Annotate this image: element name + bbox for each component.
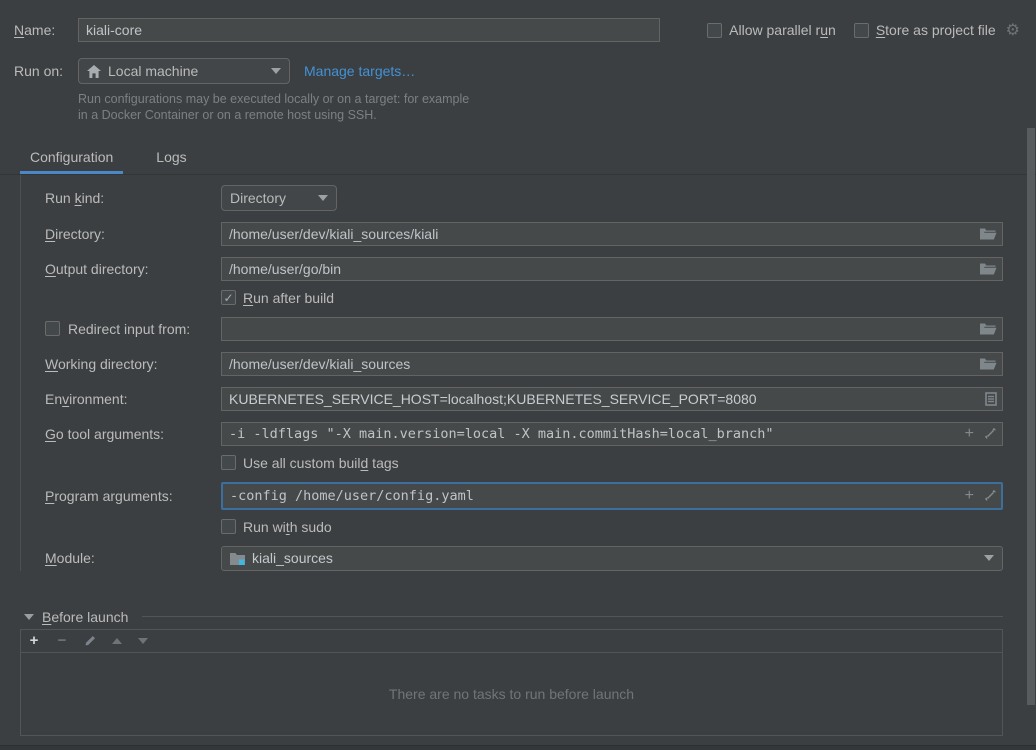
run-kind-value: Directory <box>230 190 286 206</box>
dialog-bottom-edge <box>0 745 1036 750</box>
add-task-button[interactable]: + <box>28 633 40 648</box>
home-icon <box>87 65 101 78</box>
allow-parallel-run-checkbox[interactable]: ✓ Allow parallel run <box>707 22 836 38</box>
go-tool-arguments-label: Go tool arguments: <box>45 426 221 442</box>
go-tool-arguments-input[interactable]: -i -ldflags "-X main.version=local -X ma… <box>221 422 1003 446</box>
module-select[interactable]: kiali_sources <box>221 546 1003 571</box>
program-arguments-label: Program arguments: <box>45 488 221 504</box>
store-as-project-file-label: Store as project file <box>876 22 996 38</box>
before-launch-toolbar: + − <box>21 630 1002 653</box>
run-on-select[interactable]: Local machine <box>78 58 290 84</box>
run-on-help-text: Run configurations may be executed local… <box>78 92 1022 124</box>
tab-bar: Configuration Logs <box>0 149 1036 175</box>
run-config-header: Name: kiali-core ✓ Allow parallel run ✓ … <box>0 0 1036 124</box>
go-tool-arguments-value: -i -ldflags "-X main.version=local -X ma… <box>229 426 774 442</box>
module-row: Module: kiali_sources <box>45 546 1003 571</box>
output-directory-input[interactable]: /home/user/go/bin <box>221 257 1003 281</box>
redirect-input-checkbox-box[interactable]: ✓ <box>45 321 60 336</box>
before-launch-panel: + − There are no tasks to run before lau… <box>20 629 1003 736</box>
directory-value: /home/user/dev/kiali_sources/kiali <box>229 226 438 242</box>
browse-folder-icon[interactable] <box>980 227 997 241</box>
redirect-input-row: ✓ Redirect input from: <box>45 317 1003 341</box>
chevron-down-icon <box>984 555 994 561</box>
move-down-button[interactable] <box>138 638 148 644</box>
program-arguments-row: Program arguments: -config /home/user/co… <box>45 482 1003 510</box>
remove-task-button[interactable]: − <box>56 633 68 648</box>
run-after-build-row: ✓ Run after build <box>45 290 1003 306</box>
run-with-sudo-checkbox[interactable]: ✓ Run with sudo <box>221 519 1003 535</box>
use-custom-build-tags-row: ✓ Use all custom build tags <box>45 455 1003 471</box>
chevron-down-icon <box>318 195 328 201</box>
before-launch-header[interactable]: Before launch <box>0 605 1036 629</box>
before-launch-empty-message: There are no tasks to run before launch <box>21 653 1002 735</box>
allow-parallel-run-label: Allow parallel run <box>729 22 836 38</box>
run-with-sudo-checkbox-box[interactable]: ✓ <box>221 519 236 534</box>
edit-variables-list-icon[interactable] <box>985 392 997 406</box>
collapse-triangle-icon[interactable] <box>24 614 34 620</box>
environment-input[interactable]: KUBERNETES_SERVICE_HOST=localhost;KUBERN… <box>221 387 1003 411</box>
go-tool-arguments-row: Go tool arguments: -i -ldflags "-X main.… <box>45 422 1003 446</box>
use-custom-build-tags-label: Use all custom build tags <box>243 455 399 471</box>
module-value: kiali_sources <box>252 550 333 566</box>
expand-field-icon[interactable] <box>984 489 997 502</box>
expand-field-icon[interactable] <box>984 427 997 440</box>
run-with-sudo-row: ✓ Run with sudo <box>45 519 1003 535</box>
tab-logs[interactable]: Logs <box>156 149 186 174</box>
help-line-2: in a Docker Container or on a remote hos… <box>78 108 1022 124</box>
program-arguments-input[interactable]: -config /home/user/config.yaml <box>221 482 1003 510</box>
run-after-build-label: Run after build <box>243 290 334 306</box>
environment-row: Environment: KUBERNETES_SERVICE_HOST=loc… <box>45 387 1003 411</box>
redirect-input-input[interactable] <box>221 317 1003 341</box>
name-value: kiali-core <box>86 22 142 38</box>
before-launch-title: Before launch <box>42 609 128 625</box>
configuration-panel: Run kind: Directory Directory: /home/use… <box>20 175 1036 571</box>
run-kind-select[interactable]: Directory <box>221 185 337 211</box>
allow-parallel-run-checkbox-box[interactable]: ✓ <box>707 23 722 38</box>
store-as-project-file-checkbox-box[interactable]: ✓ <box>854 23 869 38</box>
output-directory-value: /home/user/go/bin <box>229 261 341 277</box>
run-after-build-checkbox[interactable]: ✓ Run after build <box>221 290 1003 306</box>
vertical-scrollbar[interactable] <box>1027 128 1035 705</box>
output-directory-label: Output directory: <box>45 261 221 277</box>
use-custom-build-tags-checkbox[interactable]: ✓ Use all custom build tags <box>221 455 1003 471</box>
name-label: Name: <box>14 22 78 38</box>
environment-label: Environment: <box>45 391 221 407</box>
run-on-label: Run on: <box>14 63 78 79</box>
module-label: Module: <box>45 550 221 566</box>
directory-input[interactable]: /home/user/dev/kiali_sources/kiali <box>221 222 1003 246</box>
output-directory-row: Output directory: /home/user/go/bin <box>45 257 1003 281</box>
manage-targets-link[interactable]: Manage targets… <box>304 63 415 79</box>
browse-folder-icon[interactable] <box>980 262 997 276</box>
run-kind-label: Run kind: <box>45 190 221 206</box>
tab-configuration[interactable]: Configuration <box>30 149 113 174</box>
working-directory-row: Working directory: /home/user/dev/kiali_… <box>45 352 1003 376</box>
store-settings-gear-icon[interactable]: ⚙ <box>1006 20 1020 40</box>
working-directory-label: Working directory: <box>45 356 221 372</box>
use-custom-build-tags-checkbox-box[interactable]: ✓ <box>221 455 236 470</box>
name-input[interactable]: kiali-core <box>78 18 660 42</box>
working-directory-input[interactable]: /home/user/dev/kiali_sources <box>221 352 1003 376</box>
run-after-build-checkbox-box[interactable]: ✓ <box>221 290 236 305</box>
run-on-value: Local machine <box>108 63 198 79</box>
help-line-1: Run configurations may be executed local… <box>78 92 1022 108</box>
directory-label: Directory: <box>45 226 221 242</box>
chevron-down-icon <box>271 68 281 74</box>
working-directory-value: /home/user/dev/kiali_sources <box>229 356 410 372</box>
add-argument-plus-icon[interactable]: + <box>965 426 974 442</box>
browse-folder-icon[interactable] <box>980 357 997 371</box>
section-divider <box>142 616 1003 617</box>
module-folder-icon <box>230 552 245 565</box>
edit-task-button[interactable] <box>84 634 96 647</box>
run-kind-row: Run kind: Directory <box>45 185 1003 211</box>
program-arguments-value: -config /home/user/config.yaml <box>230 488 474 504</box>
redirect-input-label: Redirect input from: <box>68 321 190 337</box>
add-argument-plus-icon[interactable]: + <box>965 488 974 504</box>
browse-folder-icon[interactable] <box>980 322 997 336</box>
environment-value: KUBERNETES_SERVICE_HOST=localhost;KUBERN… <box>229 391 757 407</box>
store-as-project-file-checkbox[interactable]: ✓ Store as project file <box>854 22 996 38</box>
move-up-button[interactable] <box>112 638 122 644</box>
run-with-sudo-label: Run with sudo <box>243 519 332 535</box>
directory-row: Directory: /home/user/dev/kiali_sources/… <box>45 222 1003 246</box>
